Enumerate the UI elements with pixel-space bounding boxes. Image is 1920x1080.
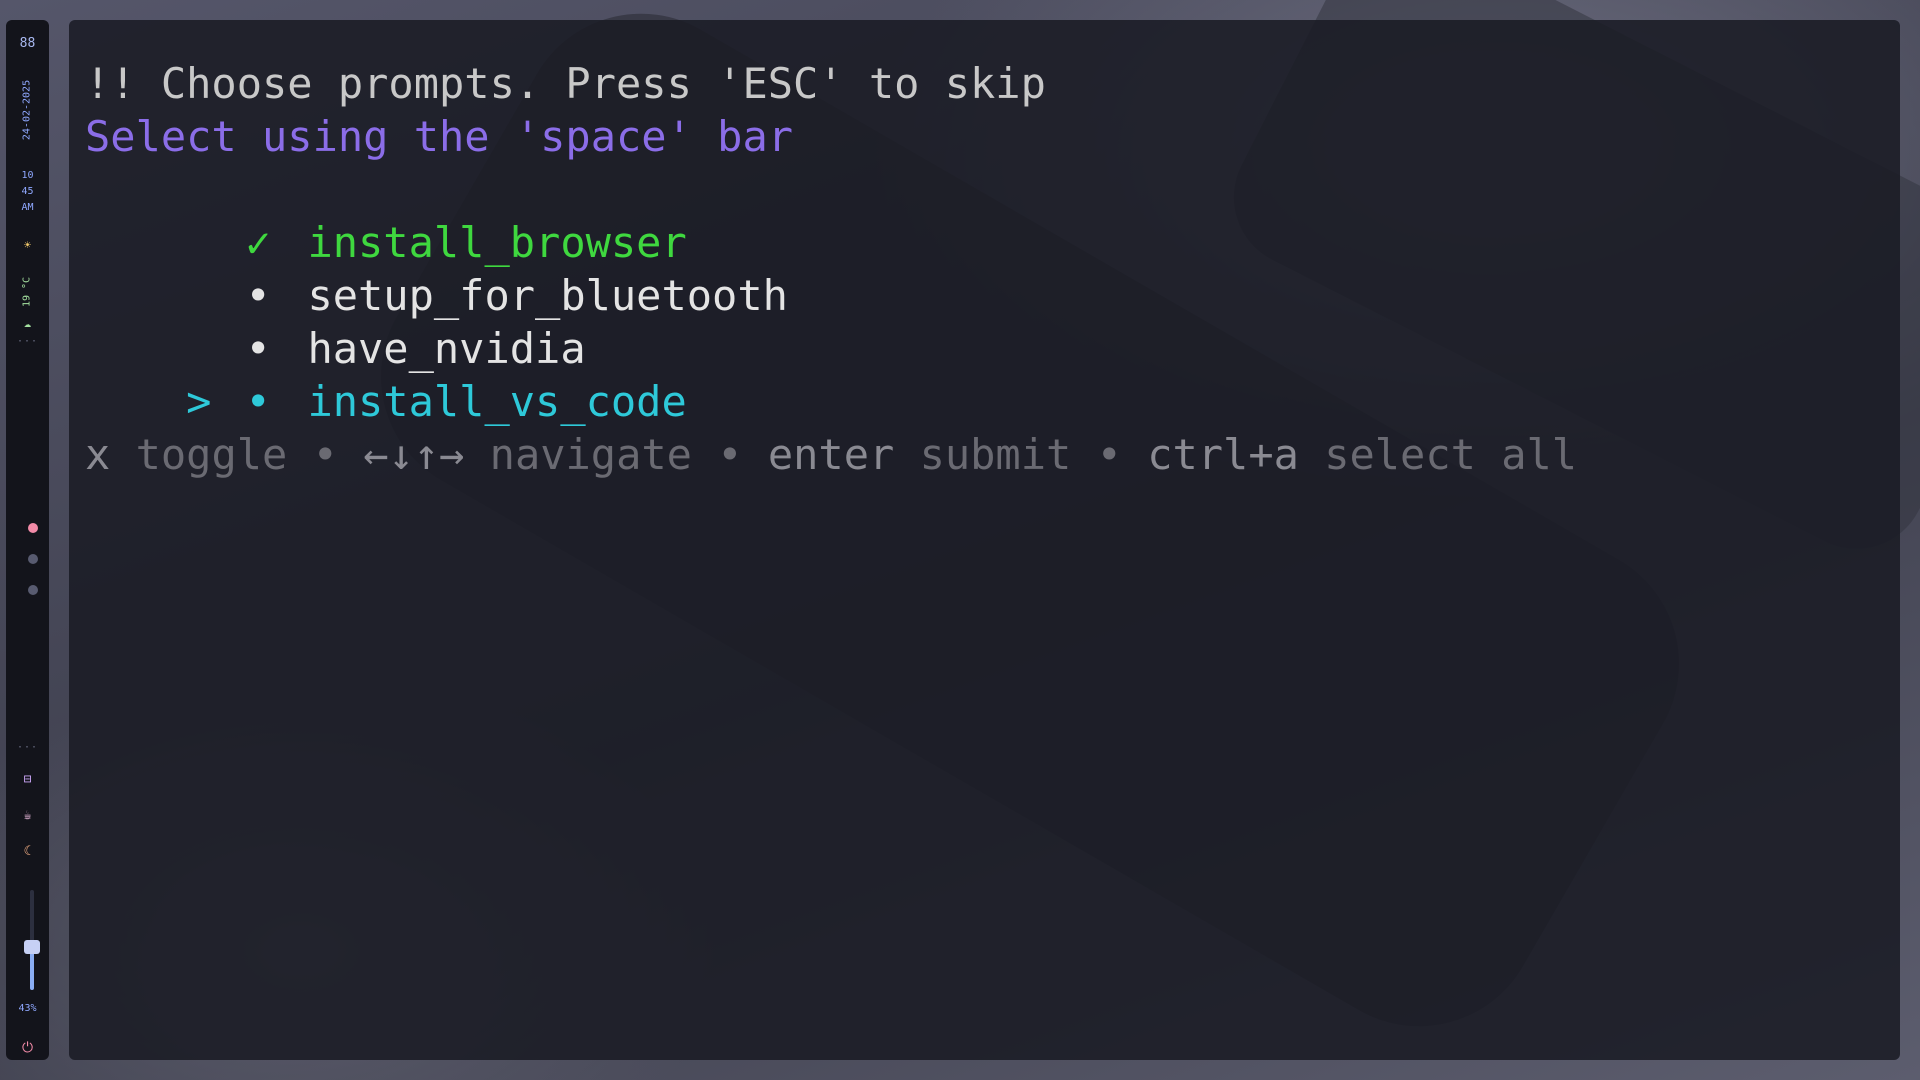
workspace-indicator-1[interactable] — [28, 523, 38, 533]
option-label: install_vs_code — [307, 377, 687, 426]
help-label-navigate: navigate — [489, 430, 692, 479]
volume-slider[interactable] — [24, 890, 40, 990]
workspace-indicator-2[interactable] — [28, 554, 38, 564]
terminal-window[interactable]: !! Choose prompts. Press 'ESC' to skip S… — [69, 20, 1900, 1060]
workspace-indicator-3[interactable] — [28, 585, 38, 595]
clock-minute: 45 — [21, 186, 34, 197]
prompt-subtitle: Select using the 'space' bar — [85, 112, 794, 161]
help-key-submit: enter — [767, 430, 895, 479]
caffeine-icon[interactable]: ☕ — [6, 808, 49, 823]
help-separator: • — [312, 430, 338, 479]
sun-icon: ☀ — [23, 238, 32, 252]
help-key-navigate: ←↓↑→ — [363, 430, 465, 479]
power-icon[interactable]: ⏻ — [6, 1040, 49, 1056]
date-label: 24-02-2025 — [21, 79, 33, 141]
side-bar: 88 24-02-2025 10 45 AM ☀ 19 °C ☁ ··· ···… — [6, 20, 49, 1060]
temperature-label: 19 °C — [21, 276, 33, 308]
volume-percent: 43% — [18, 1003, 37, 1014]
bullet-icon: • — [245, 377, 271, 426]
clock: 10 45 AM — [6, 168, 49, 216]
clock-hour: 10 — [21, 170, 34, 181]
help-key-select-all: ctrl+a — [1147, 430, 1299, 479]
help-label-submit: submit — [919, 430, 1072, 479]
help-key-toggle: x — [85, 430, 111, 479]
more-icon[interactable]: ··· — [6, 336, 49, 347]
help-separator: • — [1096, 430, 1122, 479]
help-bar: x toggle • ←↓↑→ navigate • enter submit … — [85, 428, 1577, 481]
volume-slider-handle[interactable] — [24, 940, 40, 954]
prompt-title: !! Choose prompts. Press 'ESC' to skip — [85, 59, 1046, 108]
night-mode-icon[interactable]: ☾ — [6, 844, 49, 859]
help-label-select-all: select all — [1324, 430, 1578, 479]
cloud-icon: ☁ — [23, 316, 32, 330]
network-icon[interactable]: ⊟ — [6, 772, 49, 787]
apps-grid-icon[interactable]: 88 — [6, 36, 49, 51]
more-icon[interactable]: ··· — [6, 742, 49, 753]
clock-period: AM — [21, 202, 34, 213]
cursor-indicator: > — [186, 377, 212, 426]
help-label-toggle: toggle — [135, 430, 288, 479]
help-separator: • — [717, 430, 743, 479]
